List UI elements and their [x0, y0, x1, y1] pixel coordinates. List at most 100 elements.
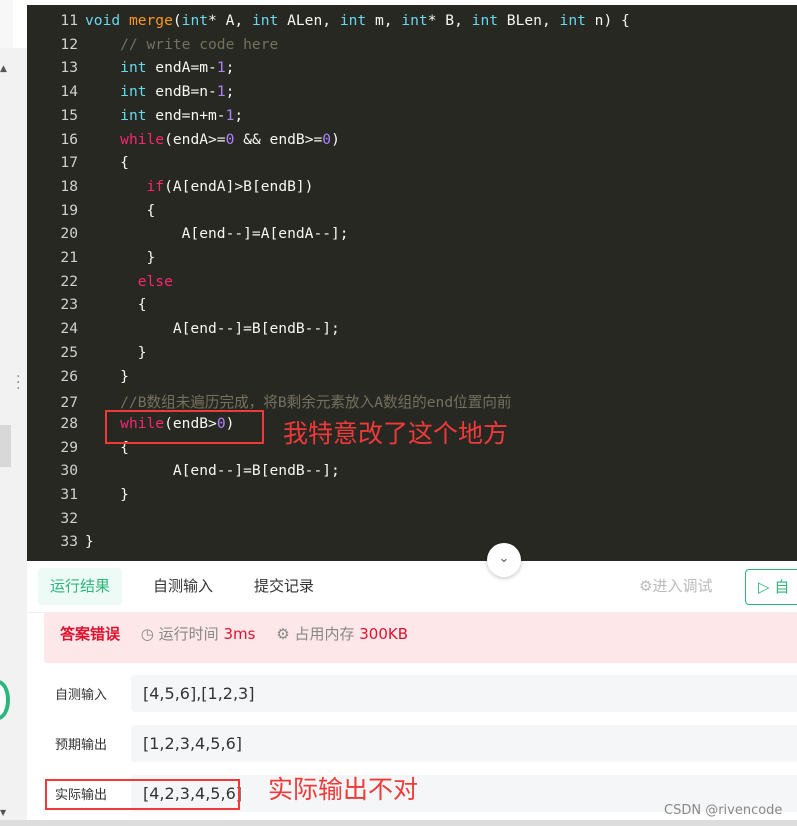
code-token: int — [120, 59, 147, 77]
memory-label: 占用内存 — [294, 625, 355, 643]
code-line[interactable]: 33} — [27, 533, 797, 557]
code-line[interactable]: 22 else — [27, 273, 797, 297]
collapse-chevron-icon[interactable]: ⌄ — [487, 543, 521, 577]
line-number: 11 — [60, 12, 78, 29]
chip-icon: ⚙ — [276, 625, 295, 643]
result-tabs: 运行结果 自测输入 提交记录 ⚙进入调试 ▷ 自 — [27, 561, 797, 613]
code-token: //B数组未遍历完成，将B剩余元素放入A数组的end位置向前 — [85, 394, 512, 412]
debug-button[interactable]: ⚙进入调试 — [639, 568, 712, 605]
code-line[interactable]: 20 A[end--]=A[endA--]; — [27, 225, 797, 249]
expected-value: [1,2,3,4,5,6] — [131, 725, 797, 762]
code-token: end=n+m- — [146, 106, 226, 124]
code-line[interactable]: 14 int endB=n-1; — [27, 83, 797, 107]
result-banner: 答案错误 ◷ 运行时间 3ms ⚙ 占用内存 300KB — [44, 613, 797, 663]
time-value: 3ms — [223, 625, 256, 643]
code-token: int — [559, 12, 586, 29]
line-number: 33 — [60, 533, 78, 551]
code-line[interactable]: 11 void merge(int* A, int ALen, int m, in… — [27, 12, 797, 36]
line-number: 18 — [60, 177, 78, 195]
input-value: [4,5,6],[1,2,3] — [131, 675, 797, 712]
code-token: ; — [225, 83, 235, 101]
input-label: 自测输入 — [55, 688, 108, 703]
code-line[interactable]: 12 // write code here — [27, 36, 797, 60]
clock-icon: ◷ — [140, 625, 159, 643]
line-number: 16 — [60, 130, 78, 148]
code-token: ( — [172, 12, 182, 29]
code-line[interactable]: 24 A[end--]=B[endB--]; — [27, 320, 797, 344]
code-line[interactable]: 25 } — [27, 344, 797, 368]
scroll-up-icon[interactable]: ▲ — [0, 64, 7, 74]
line-number: 28 — [60, 414, 78, 432]
line-number: 21 — [60, 249, 78, 266]
code-token: // write code here — [85, 35, 279, 53]
run-button[interactable]: ▷ 自 — [745, 569, 797, 605]
line-number: 17 — [60, 154, 78, 172]
code-token: 1 — [216, 83, 226, 101]
code-token: BLen, — [498, 12, 560, 29]
code-token: ; — [225, 59, 235, 77]
code-token: A[end--]=B[endB--]; — [85, 462, 340, 480]
code-token: int — [120, 83, 147, 101]
code-token: A[end--]=B[endB--]; — [85, 320, 340, 338]
code-token: else — [137, 272, 173, 290]
code-token: int — [181, 12, 209, 29]
tab-submissions[interactable]: 提交记录 — [242, 568, 326, 605]
tab-custom-input[interactable]: 自测输入 — [141, 568, 225, 605]
code-line[interactable]: 32 — [27, 510, 797, 534]
code-editor[interactable]: 11 void merge(int* A, int ALen, int m, in… — [27, 5, 797, 561]
code-token: } — [85, 533, 94, 551]
line-number: 30 — [60, 462, 78, 480]
line-number: 13 — [60, 59, 78, 77]
code-token: 0 — [322, 130, 332, 148]
code-line[interactable]: 26 } — [27, 368, 797, 392]
line-number: 12 — [60, 35, 78, 53]
code-token: void — [85, 12, 129, 29]
code-line[interactable]: 21 } — [27, 249, 797, 273]
code-token: if — [146, 177, 165, 195]
code-token: { — [85, 201, 156, 219]
code-line[interactable]: 31 } — [27, 486, 797, 510]
code-token: endA=m- — [146, 59, 217, 77]
code-token: endB=n- — [146, 83, 217, 101]
code-line[interactable]: 17 { — [27, 154, 797, 178]
code-token: n) { — [585, 12, 630, 29]
code-token: ; — [234, 106, 244, 124]
memory-value: 300KB — [359, 625, 408, 643]
line-number: 23 — [60, 296, 78, 314]
line-number: 31 — [60, 486, 78, 503]
code-line[interactable]: 16 while(endA>=0 && endB>=0) — [27, 131, 797, 155]
line-number: 24 — [60, 320, 78, 338]
line-number: 25 — [60, 343, 78, 361]
bottom-bar — [0, 820, 797, 826]
scrollbar-thumb[interactable] — [0, 425, 11, 467]
code-token: 1 — [216, 59, 226, 77]
debug-label: 进入调试 — [652, 577, 713, 595]
code-token: int — [339, 12, 367, 29]
bug-icon: ⚙ — [639, 577, 653, 595]
code-token: int — [471, 12, 499, 29]
status-badge: 答案错误 — [60, 625, 121, 643]
tab-run-result[interactable]: 运行结果 — [38, 568, 123, 605]
code-token: * A, — [208, 12, 252, 29]
code-token: m, — [366, 12, 402, 29]
line-number: 15 — [60, 106, 78, 124]
code-line[interactable]: 15 int end=n+m-1; — [27, 107, 797, 131]
line-number: 26 — [60, 367, 78, 385]
code-line[interactable]: 13 int endA=m-1; — [27, 59, 797, 83]
code-token: while — [120, 130, 165, 148]
code-line[interactable]: 19 { — [27, 202, 797, 226]
watermark: CSDN @rivencode — [664, 803, 783, 818]
code-line[interactable]: 18 if(A[endA]>B[endB]) — [27, 178, 797, 202]
line-number: 22 — [60, 272, 78, 290]
code-token: { — [85, 296, 147, 314]
code-token: } — [85, 343, 147, 361]
code-line[interactable]: 23 { — [27, 296, 797, 320]
scroll-down-icon[interactable]: ▼ — [0, 808, 6, 817]
code-line[interactable]: 30 A[end--]=B[endB--]; — [27, 462, 797, 486]
run-label: 自 — [774, 578, 790, 596]
drag-handle-icon[interactable]: · · · — [16, 370, 24, 396]
line-number: 29 — [60, 438, 78, 456]
